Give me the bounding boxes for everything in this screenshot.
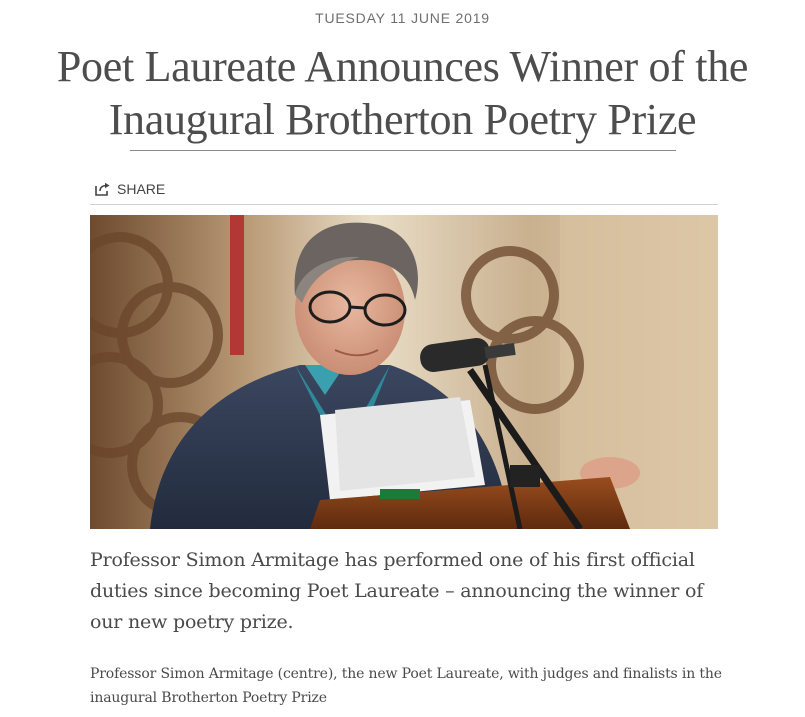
article-date: TUESDAY 11 JUNE 2019 (315, 10, 490, 26)
share-icon (95, 182, 111, 196)
article-lead: Professor Simon Armitage has performed o… (90, 549, 704, 633)
article-title: Poet Laureate Announces Winner of the In… (56, 42, 749, 144)
share-divider (90, 204, 718, 205)
article-photo (90, 215, 718, 529)
share-button[interactable]: SHARE (95, 181, 165, 197)
share-label: SHARE (117, 181, 166, 197)
title-divider (130, 150, 676, 151)
photo-caption: Professor Simon Armitage (centre), the n… (90, 666, 722, 706)
